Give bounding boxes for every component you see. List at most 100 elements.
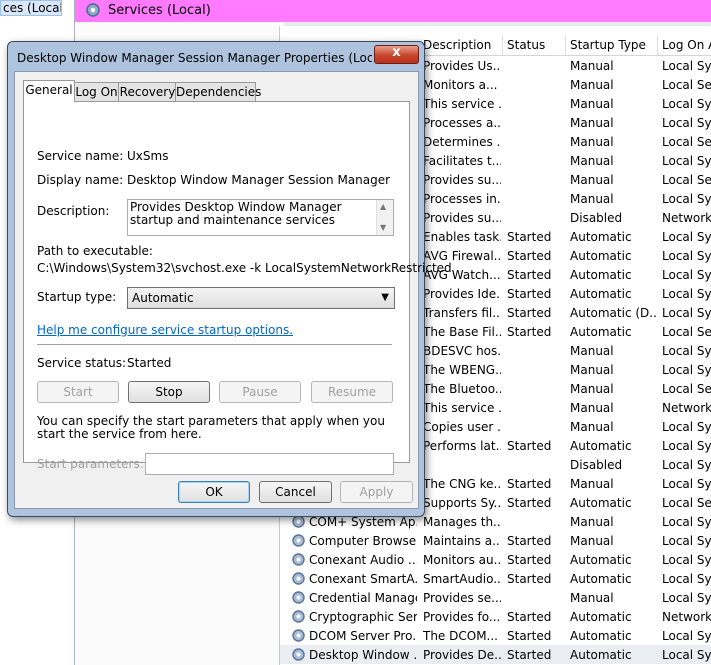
ok-button[interactable]: OK <box>178 481 250 503</box>
service-log-on-as: Local Syst <box>662 477 711 491</box>
column-header-startup-type[interactable]: Startup Type <box>570 38 646 52</box>
service-status: Started <box>507 477 552 491</box>
service-description: Monitors a... <box>423 78 498 92</box>
service-startup-type: Manual <box>570 135 614 149</box>
service-name-label: Service name: <box>37 149 124 163</box>
column-header-status[interactable]: Status <box>507 38 545 52</box>
service-description: Transfers fil... <box>423 306 501 320</box>
scroll-down-icon: ▼ <box>380 223 387 232</box>
service-startup-type: Automatic <box>570 496 632 510</box>
service-description: Monitors au... <box>423 553 501 567</box>
tab-log-on[interactable]: Log On <box>73 82 120 101</box>
service-startup-type: Manual <box>570 382 614 396</box>
service-log-on-as: Local Serv <box>662 78 711 92</box>
service-startup-type: Manual <box>570 78 614 92</box>
service-status: Started <box>507 268 552 282</box>
service-log-on-as: Local Syst <box>662 553 711 567</box>
service-name: COM+ System Ap... <box>309 515 417 529</box>
service-log-on-as: Local Syst <box>662 648 711 662</box>
services-header: Services (Local) <box>75 0 711 22</box>
service-startup-type: Automatic <box>570 325 632 339</box>
pause-button[interactable]: Pause <box>219 381 301 403</box>
service-description: Provides fo... <box>423 610 501 624</box>
description-box[interactable]: Provides Desktop Window Manager startup … <box>127 199 394 236</box>
startup-type-value: Automatic <box>132 291 194 305</box>
service-description: BDESVC hos... <box>423 344 501 358</box>
column-header-log-on-as[interactable]: Log On A <box>662 38 711 52</box>
service-startup-type: Automatic <box>570 572 632 586</box>
start-params-label: Start parameters: <box>37 457 144 471</box>
service-status-label: Service status: <box>37 356 127 370</box>
divider <box>37 344 392 345</box>
service-status: Started <box>507 648 552 662</box>
apply-button[interactable]: Apply <box>340 481 413 503</box>
resume-button[interactable]: Resume <box>311 381 393 403</box>
service-row[interactable]: Conexant SmartA... SmartAudio... Started Au… <box>280 569 711 588</box>
tab-dependencies[interactable]: Dependencies <box>175 82 261 101</box>
gear-icon <box>292 591 305 604</box>
service-startup-type: Automatic <box>570 287 632 301</box>
service-log-on-as: Local Serv <box>662 135 711 149</box>
service-startup-type: Manual <box>570 477 614 491</box>
service-startup-type: Disabled <box>570 458 623 472</box>
service-status: Started <box>507 325 552 339</box>
start-button[interactable]: Start <box>37 381 119 403</box>
properties-dialog: Desktop Window Manager Session Manager P… <box>7 41 452 517</box>
gear-icon <box>292 553 305 566</box>
services-header-title: Services (Local) <box>108 3 211 18</box>
service-log-on-as: Local Syst <box>662 268 711 282</box>
start-params-input[interactable] <box>145 453 394 475</box>
help-configure-link[interactable]: Help me configure service startup option… <box>37 323 293 337</box>
cancel-button[interactable]: Cancel <box>259 481 332 503</box>
tab-general[interactable]: General <box>23 80 75 102</box>
service-description: Manages th... <box>423 515 501 529</box>
service-row[interactable]: Credential Manager Provides se... Manual Lo… <box>280 588 711 607</box>
service-row[interactable]: Cryptographic Ser... Provides fo... Starte… <box>280 607 711 626</box>
service-startup-type: Automatic <box>570 230 632 244</box>
service-startup-type: Automatic <box>570 249 632 263</box>
service-log-on-as: Local Syst <box>662 192 711 206</box>
service-status: Started <box>507 534 552 548</box>
service-startup-type: Manual <box>570 344 614 358</box>
service-startup-type: Manual <box>570 420 614 434</box>
service-log-on-as: Local Syst <box>662 306 711 320</box>
column-header-description[interactable]: Description <box>423 38 491 52</box>
service-log-on-as: Local Syst <box>662 249 711 263</box>
service-log-on-as: Local Syst <box>662 515 711 529</box>
description-scrollbar[interactable]: ▲ ▼ <box>376 200 393 235</box>
stop-button[interactable]: Stop <box>128 381 210 403</box>
service-log-on-as: Local Syst <box>662 97 711 111</box>
service-description: Performs lat... <box>423 439 501 453</box>
service-description: Supports Sy... <box>423 496 501 510</box>
service-startup-type: Automatic <box>570 268 632 282</box>
tab-recovery[interactable]: Recovery <box>118 82 177 101</box>
gear-icon <box>292 610 305 623</box>
path-label: Path to executable: <box>37 244 153 258</box>
service-description: SmartAudio... <box>423 572 501 586</box>
chevron-down-icon: ▼ <box>381 292 389 303</box>
service-startup-type: Manual <box>570 363 614 377</box>
service-row[interactable]: Desktop Window ... Provides De... Started A… <box>280 645 711 664</box>
service-description: Provides De... <box>423 648 501 662</box>
startup-type-select[interactable]: Automatic ▼ <box>127 287 395 309</box>
tree-item-services-local[interactable]: ces (Local) <box>0 0 62 16</box>
service-log-on-as: Local Syst <box>662 534 711 548</box>
service-startup-type: Manual <box>570 97 614 111</box>
service-startup-type: Automatic <box>570 439 632 453</box>
service-log-on-as: Local Syst <box>662 458 711 472</box>
service-name: DCOM Server Pro... <box>309 629 417 643</box>
service-status: Started <box>507 629 552 643</box>
service-status: Started <box>507 287 552 301</box>
gear-icon <box>292 534 305 547</box>
close-button[interactable]: x <box>374 45 419 64</box>
scroll-up-icon: ▲ <box>380 202 387 211</box>
service-row[interactable]: DCOM Server Pro... The DCOM... Started Auto… <box>280 626 711 645</box>
service-description: Facilitates t... <box>423 154 501 168</box>
service-row[interactable]: Computer Browser Maintains a... Started Man… <box>280 531 711 550</box>
service-log-on-as: Local Syst <box>662 116 711 130</box>
gear-icon <box>292 648 305 661</box>
description-text: Provides Desktop Window Manager startup … <box>130 200 342 227</box>
service-row[interactable]: Conexant Audio ... Monitors au... Started A… <box>280 550 711 569</box>
service-description: Processes in... <box>423 192 501 206</box>
description-label: Description: <box>37 204 110 218</box>
